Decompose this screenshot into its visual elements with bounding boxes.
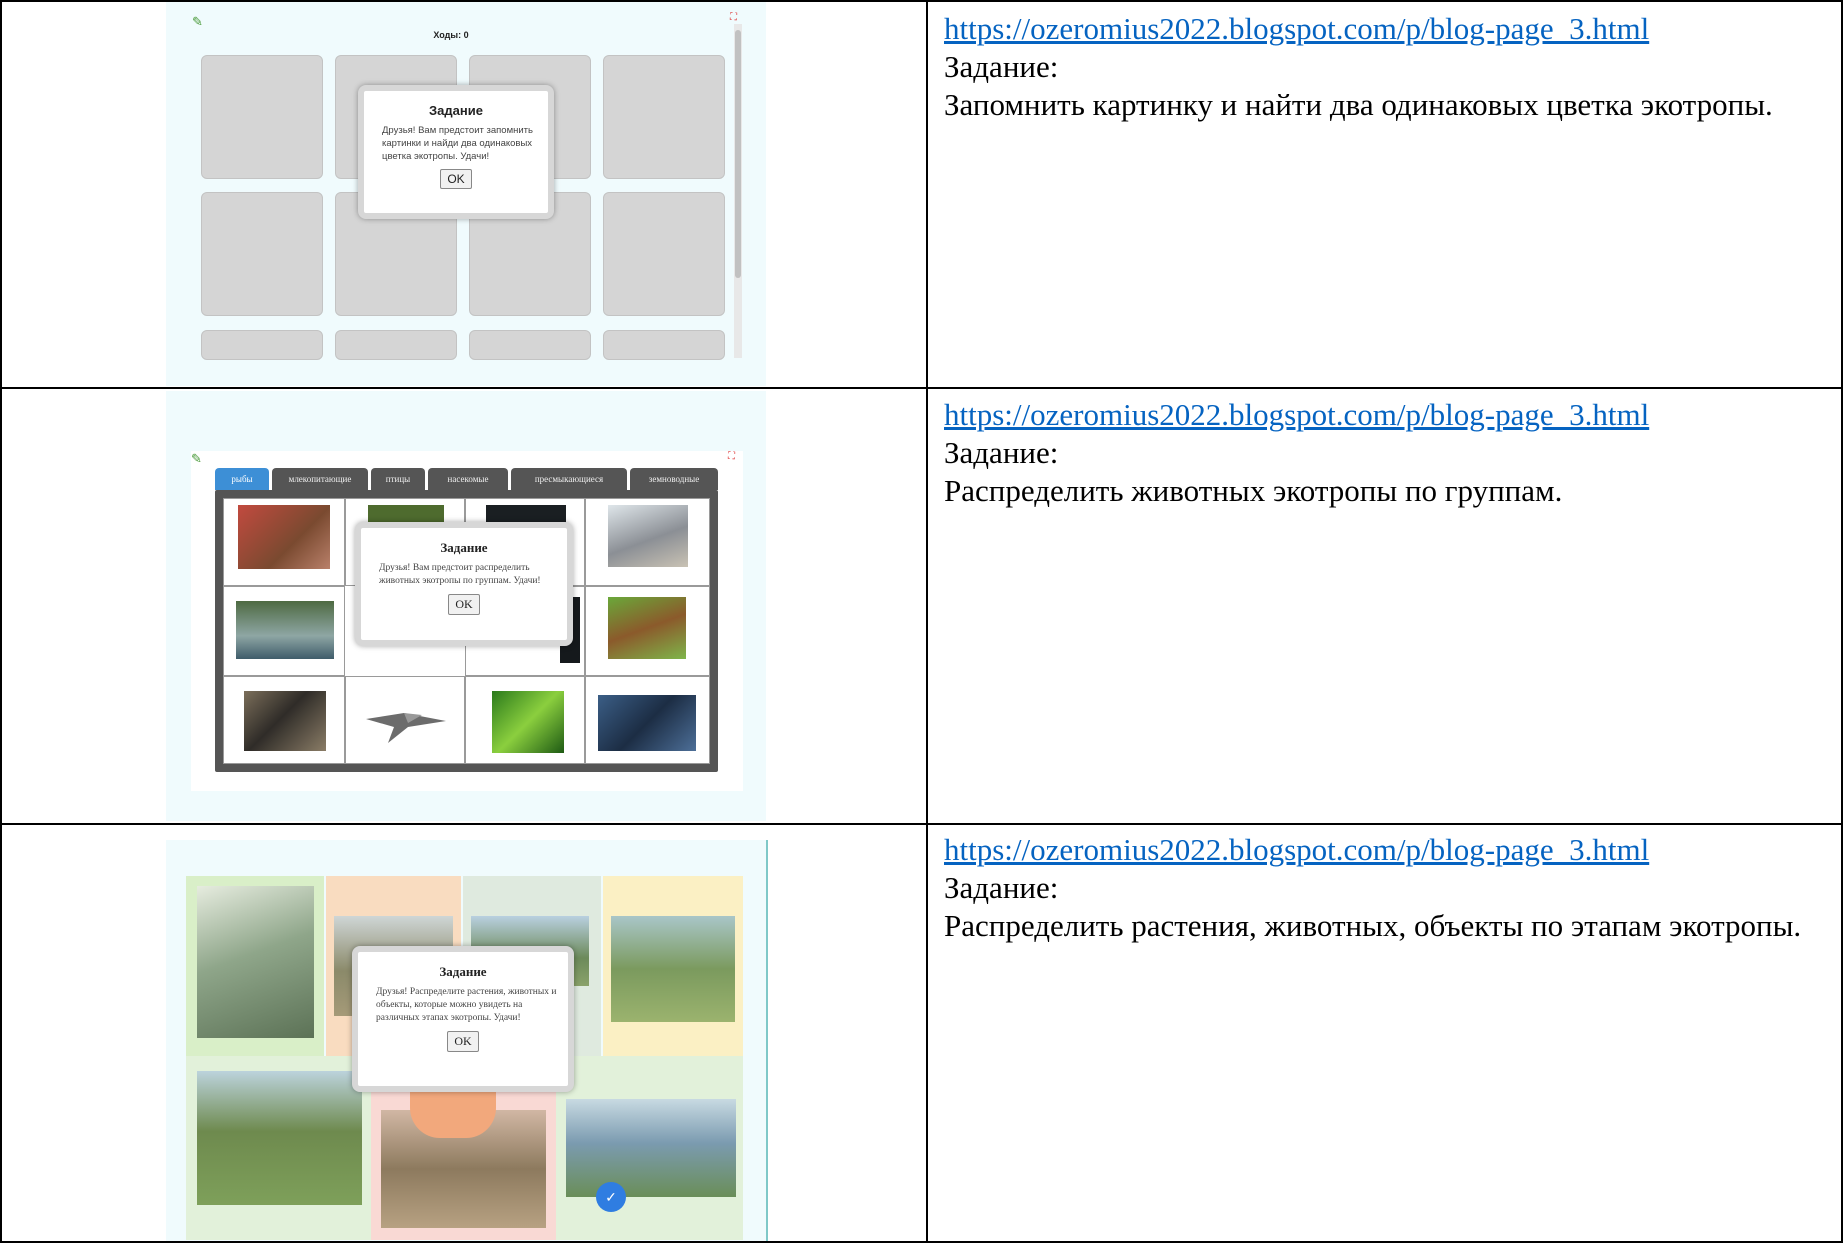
tab-mammals[interactable]: млекопитающие <box>272 468 368 490</box>
row-1-link[interactable]: https://ozeromius2022.blogspot.com/p/blo… <box>944 10 1824 48</box>
table: https://ozeromius2022.blogspot.com/p/blo… <box>0 0 1843 1243</box>
ok-button[interactable]: OK <box>447 1031 479 1052</box>
memory-card[interactable] <box>603 330 725 360</box>
ok-button[interactable]: OK <box>448 594 480 615</box>
row-divider <box>0 823 1843 825</box>
puzzle-piece[interactable] <box>585 586 710 676</box>
row-1-text-cell: https://ozeromius2022.blogspot.com/p/blo… <box>944 10 1824 124</box>
puzzle-piece[interactable] <box>223 498 345 586</box>
memory-card[interactable] <box>201 330 323 360</box>
table-border-left <box>0 0 2 1243</box>
memory-card[interactable] <box>603 192 725 316</box>
wolf-photo <box>608 505 688 567</box>
row-3-link[interactable]: https://ozeromius2022.blogspot.com/p/blo… <box>944 831 1824 869</box>
row-1-task-label: Задание: <box>944 49 1059 84</box>
task-dialog: Задание Друзья! Распределите растения, ж… <box>352 946 574 1092</box>
scrollbar-thumb[interactable] <box>735 30 741 278</box>
row-3-task-text: Распределить растения, животных, объекты… <box>944 908 1802 943</box>
fullscreen-icon[interactable]: ⛶ <box>730 12 737 23</box>
dialog-title: Задание <box>429 103 483 118</box>
task-dialog: Задание Друзья! Вам предстоит запомнить … <box>358 85 554 219</box>
dialog-title: Задание <box>439 964 487 979</box>
row-2-text-cell: https://ozeromius2022.blogspot.com/p/blo… <box>944 396 1824 510</box>
tree-photo[interactable] <box>197 886 314 1038</box>
puzzle-piece[interactable] <box>223 676 345 764</box>
flamingo-photo <box>236 601 334 659</box>
ok-button[interactable]: OK <box>440 169 472 189</box>
tab-fish[interactable]: рыбы <box>215 468 269 490</box>
cuckoo-photo <box>366 713 446 743</box>
puzzle-piece[interactable] <box>345 676 465 764</box>
grassland-photo[interactable] <box>197 1071 362 1205</box>
puzzle-piece[interactable] <box>465 676 585 764</box>
memory-game-screenshot: ✎ ⛶ Ходы: 0 Задание Друзья! Вам предстои… <box>166 2 766 386</box>
toad-photo <box>238 505 330 569</box>
tab-amphibians[interactable]: земноводные <box>630 468 718 490</box>
tab-insects[interactable]: насекомые <box>428 468 508 490</box>
dialog-message: Друзья! Вам предстоит запомнить картинки… <box>382 125 533 162</box>
memory-card[interactable] <box>335 330 457 360</box>
memory-card[interactable] <box>201 55 323 179</box>
memory-card[interactable] <box>603 55 725 179</box>
forest-edge-photo[interactable] <box>611 916 735 1022</box>
beaver-photo <box>608 597 686 659</box>
dialog-message: Друзья! Вам предстоит распределить живот… <box>379 563 541 586</box>
puzzle-piece[interactable] <box>585 676 710 764</box>
row-2-link[interactable]: https://ozeromius2022.blogspot.com/p/blo… <box>944 396 1824 434</box>
memory-card[interactable] <box>469 330 591 360</box>
row-2-task-text: Распределить животных экотропы по группа… <box>944 473 1563 508</box>
memory-card[interactable] <box>201 192 323 316</box>
row-divider <box>0 387 1843 389</box>
edit-icon[interactable]: ✎ <box>191 451 202 467</box>
puzzle-piece[interactable] <box>223 586 345 676</box>
spider-photo <box>598 695 696 751</box>
row-3-task-label: Задание: <box>944 870 1059 905</box>
check-button[interactable]: ✓ <box>596 1182 626 1212</box>
puzzle-piece[interactable] <box>585 498 710 586</box>
tab-reptiles[interactable]: пресмыкающиеся <box>511 468 627 490</box>
row-2-task-label: Задание: <box>944 435 1059 470</box>
table-border-middle <box>926 0 928 1243</box>
task-dialog: Задание Друзья! Вам предстоит распредели… <box>355 522 573 646</box>
fullscreen-icon[interactable]: ⛶ <box>728 451 735 462</box>
tab-birds[interactable]: птицы <box>371 468 425 490</box>
snake-photo <box>244 691 326 751</box>
row-1-task-text: Запомнить картинку и найти два одинаковы… <box>944 87 1773 122</box>
dialog-message: Друзья! Распределите растения, животных … <box>376 987 557 1023</box>
dialog-title: Задание <box>440 540 488 555</box>
row-3-text-cell: https://ozeromius2022.blogspot.com/p/blo… <box>944 831 1824 945</box>
moves-counter: Ходы: 0 <box>433 30 469 40</box>
grasshopper-photo <box>492 691 564 753</box>
river-photo[interactable] <box>566 1099 736 1197</box>
scrollbar[interactable] <box>734 24 742 358</box>
edit-icon[interactable]: ✎ <box>192 14 203 30</box>
